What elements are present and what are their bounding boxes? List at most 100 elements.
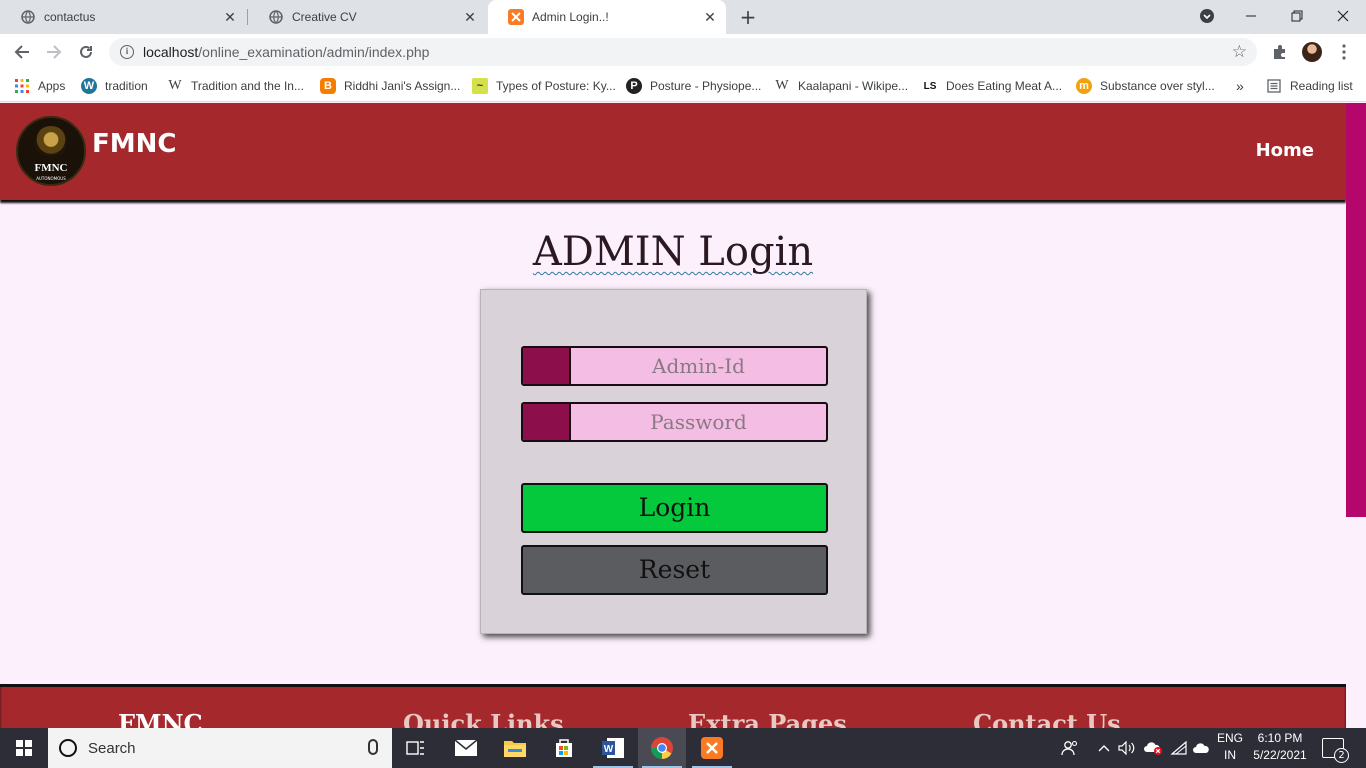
more-menu-icon[interactable] — [1334, 42, 1354, 62]
start-button[interactable] — [0, 728, 48, 768]
browser-tab-strip: contactus ✕ Creative CV ✕ Admin Login..!… — [0, 0, 1366, 34]
restore-icon[interactable] — [1274, 0, 1320, 32]
user-icon — [523, 348, 571, 384]
reload-icon[interactable] — [74, 40, 98, 64]
nav-home-link[interactable]: Home — [1256, 140, 1314, 161]
mail-icon[interactable] — [442, 728, 490, 768]
action-center-icon[interactable]: 2 — [1322, 738, 1349, 763]
notification-count-badge: 2 — [1334, 748, 1349, 763]
site-brand[interactable]: FMNC — [92, 129, 176, 159]
page-title: ADMIN Login — [0, 229, 1346, 275]
windows-taskbar: Search W ENG IN 6:10 PM 5/22/2021 2 — [0, 728, 1366, 768]
blogger-icon: B — [320, 78, 336, 94]
url-text: localhost/online_examination/admin/index… — [143, 44, 429, 60]
url-path: /online_examination/admin/index.php — [198, 44, 430, 60]
clock-time: 6:10 PM — [1257, 731, 1303, 745]
bookmark-label: tradition — [105, 79, 148, 93]
tab-creative-cv[interactable]: Creative CV ✕ — [248, 0, 486, 34]
file-explorer-icon[interactable] — [491, 728, 539, 768]
bookmark-tradition[interactable]: W tradition — [81, 76, 148, 96]
windows-logo-icon — [16, 740, 32, 756]
tab-search-icon[interactable] — [1184, 0, 1230, 32]
new-tab-icon[interactable]: + — [738, 7, 758, 27]
volume-icon[interactable] — [1116, 728, 1138, 768]
bookmark-label: Riddhi Jani's Assign... — [344, 79, 461, 93]
bookmark-substance-over-style[interactable]: m Substance over styl... — [1076, 76, 1215, 96]
xampp-icon — [508, 9, 524, 25]
tab-title: Creative CV — [292, 10, 357, 24]
college-logo[interactable]: FMNC AUTONOMOUS — [16, 116, 86, 186]
cloud-icon[interactable] — [1190, 728, 1212, 768]
bookmark-kaalapani[interactable]: W Kaalapani - Wikipe... — [774, 76, 908, 96]
xampp-taskbar-icon[interactable] — [688, 728, 736, 768]
chrome-icon[interactable] — [638, 728, 686, 768]
site-header: FMNC AUTONOMOUS FMNC Home — [0, 103, 1346, 200]
login-button[interactable]: Login — [521, 483, 828, 533]
svg-text:W: W — [604, 744, 614, 755]
bookmark-label: Kaalapani - Wikipe... — [798, 79, 909, 93]
task-view-icon[interactable] — [392, 728, 440, 768]
system-clock[interactable]: 6:10 PM 5/22/2021 — [1246, 730, 1314, 764]
page-scrollbar[interactable] — [1346, 103, 1366, 728]
back-arrow-icon[interactable] — [10, 40, 34, 64]
minimize-icon[interactable] — [1228, 0, 1274, 32]
forward-arrow-icon[interactable] — [42, 40, 66, 64]
wordpress-icon: W — [81, 78, 97, 94]
microphone-icon[interactable] — [368, 739, 378, 755]
admin-id-field[interactable] — [521, 346, 828, 386]
web-page: FMNC AUTONOMOUS FMNC Home ADMIN Login Lo… — [0, 103, 1346, 728]
profile-avatar[interactable] — [1302, 42, 1322, 62]
more-bookmarks-chevron[interactable]: » — [1236, 76, 1244, 96]
site-icon: m — [1076, 78, 1092, 94]
site-info-icon[interactable]: i — [120, 45, 134, 59]
microsoft-store-icon[interactable] — [540, 728, 588, 768]
logo-subtext: AUTONOMOUS — [36, 176, 66, 181]
physiopedia-icon: P — [626, 78, 642, 94]
apps-grid-icon — [14, 78, 30, 94]
scrollbar-thumb[interactable] — [1346, 103, 1366, 517]
onedrive-error-icon[interactable] — [1142, 728, 1164, 768]
ls-icon: LS — [923, 80, 937, 92]
input-language-indicator[interactable]: ENG IN — [1212, 730, 1248, 764]
bookmark-posture-physiopedia[interactable]: P Posture - Physiope... — [626, 76, 761, 96]
taskbar-search[interactable]: Search — [48, 728, 392, 768]
cortana-icon — [59, 739, 77, 757]
crest-emblem — [35, 126, 67, 156]
footer-heading-quick-links: Quick Links — [403, 709, 564, 728]
wifi-icon[interactable] — [1168, 728, 1190, 768]
reading-list-button[interactable]: Reading list — [1266, 76, 1353, 96]
language-code: ENG — [1216, 731, 1243, 745]
bookmark-label: Tradition and the In... — [191, 79, 304, 93]
extensions-puzzle-icon[interactable] — [1270, 42, 1290, 62]
people-icon[interactable] — [1058, 728, 1082, 768]
lock-icon — [523, 404, 571, 440]
bookmark-tradition-and-the-in[interactable]: W Tradition and the In... — [167, 76, 304, 96]
reset-button[interactable]: Reset — [521, 545, 828, 595]
url-host: localhost — [143, 44, 199, 60]
word-icon[interactable]: W — [589, 728, 637, 768]
tab-contactus[interactable]: contactus ✕ — [0, 0, 246, 34]
admin-id-input[interactable] — [571, 348, 826, 384]
close-tab-icon[interactable]: ✕ — [702, 9, 718, 25]
close-tab-icon[interactable]: ✕ — [462, 9, 478, 25]
bookmark-star-icon[interactable]: ☆ — [1232, 42, 1247, 62]
bookmark-types-of-posture[interactable]: ~ Types of Posture: Ky... — [472, 76, 616, 96]
tab-admin-login[interactable]: Admin Login..! ✕ — [488, 0, 726, 34]
close-window-icon[interactable] — [1320, 0, 1366, 32]
show-hidden-icons-chevron[interactable] — [1094, 728, 1114, 768]
site-icon: ~ — [472, 78, 488, 94]
region-code: IN — [1224, 748, 1236, 762]
bookmark-label: Does Eating Meat A... — [946, 79, 1063, 93]
password-field[interactable] — [521, 402, 828, 442]
bookmark-does-eating-meat[interactable]: LS Does Eating Meat A... — [922, 76, 1062, 96]
logo-text: FMNC — [34, 162, 68, 174]
bookmark-apps[interactable]: Apps — [14, 76, 65, 96]
tab-title: Admin Login..! — [532, 10, 609, 24]
taskbar-search-placeholder: Search — [88, 739, 136, 757]
wikipedia-icon: W — [168, 78, 182, 93]
bookmark-riddhi-jani[interactable]: B Riddhi Jani's Assign... — [320, 76, 460, 96]
address-bar[interactable]: i localhost/online_examination/admin/ind… — [109, 38, 1257, 66]
password-input[interactable] — [571, 404, 826, 440]
wikipedia-icon: W — [775, 78, 789, 93]
close-tab-icon[interactable]: ✕ — [222, 9, 238, 25]
